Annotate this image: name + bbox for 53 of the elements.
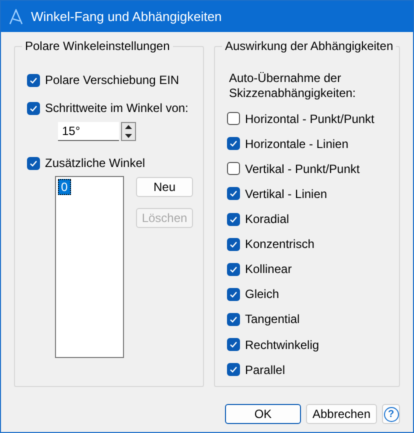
- checkbox[interactable]: [227, 288, 240, 301]
- checkmark-icon: [229, 189, 238, 198]
- checkbox[interactable]: [227, 162, 240, 176]
- checkbox[interactable]: [227, 187, 240, 200]
- checkbox[interactable]: [227, 363, 240, 376]
- checkbox-label: Koradial: [245, 212, 290, 226]
- ok-button[interactable]: OK: [225, 404, 301, 424]
- checkbox-label: Vertikal - Linien: [245, 186, 328, 201]
- checkbox-label: Tangential: [245, 312, 300, 326]
- checkmark-icon: [229, 139, 238, 148]
- checkmark-icon: [229, 264, 238, 274]
- checkbox-label: Zusätzliche Winkel: [45, 156, 146, 170]
- checkbox[interactable]: [227, 262, 240, 276]
- checkmark-icon: [229, 365, 238, 374]
- window-title: Winkel-Fang und Abhängigkeiten: [31, 9, 222, 24]
- checkbox[interactable]: [27, 156, 40, 170]
- new-button[interactable]: Neu: [136, 177, 193, 197]
- angle-list[interactable]: 0: [55, 176, 124, 358]
- checkbox[interactable]: [227, 137, 240, 150]
- checkmark-icon: [229, 340, 238, 350]
- checkmark-icon: [29, 76, 38, 84]
- checkbox-label: Schrittweite im Winkel von:: [45, 101, 188, 115]
- group-title: Auswirkung der Abhängigkeiten: [222, 39, 396, 53]
- checkbox[interactable]: [27, 74, 40, 86]
- checkbox-label: Parallel: [245, 362, 286, 377]
- checkbox-label: Horizontale - Linien: [245, 136, 348, 151]
- checkbox-label: Vertikal - Punkt/Punkt: [245, 162, 360, 176]
- checkbox-label: Horizontal - Punkt/Punkt: [245, 112, 374, 126]
- checkmark-icon: [229, 214, 238, 224]
- checkbox[interactable]: [227, 338, 240, 352]
- description-text: Auto-Übernahme der Skizzenabhängigkeiten:: [229, 71, 357, 101]
- checkbox-label: Rechtwinkelig: [245, 338, 320, 352]
- checkmark-icon: [29, 158, 38, 168]
- checkbox-label: Kollinear: [245, 262, 292, 276]
- app-logo-icon: [9, 8, 23, 24]
- angle-step-field[interactable]: 15°: [58, 122, 119, 141]
- checkbox[interactable]: [227, 312, 240, 326]
- cancel-button[interactable]: Abbrechen: [306, 404, 377, 424]
- checkbox[interactable]: [227, 112, 240, 126]
- checkbox[interactable]: [227, 238, 240, 251]
- checkmark-icon: [229, 314, 238, 324]
- checkbox-label: Polare Verschiebung EIN: [45, 73, 180, 87]
- checkmark-icon: [229, 240, 238, 249]
- checkbox-label: Konzentrisch: [245, 237, 314, 252]
- checkbox[interactable]: [27, 102, 40, 114]
- group-title: Polare Winkeleinstellungen: [22, 39, 173, 53]
- checkmark-icon: [29, 104, 38, 112]
- spinner-icon[interactable]: [121, 122, 136, 141]
- checkbox-label: Gleich: [245, 287, 280, 302]
- checkbox[interactable]: [227, 212, 240, 226]
- help-button[interactable]: ?: [382, 404, 400, 424]
- checkmark-icon: [229, 290, 238, 299]
- angle-list-item[interactable]: 0: [58, 179, 71, 195]
